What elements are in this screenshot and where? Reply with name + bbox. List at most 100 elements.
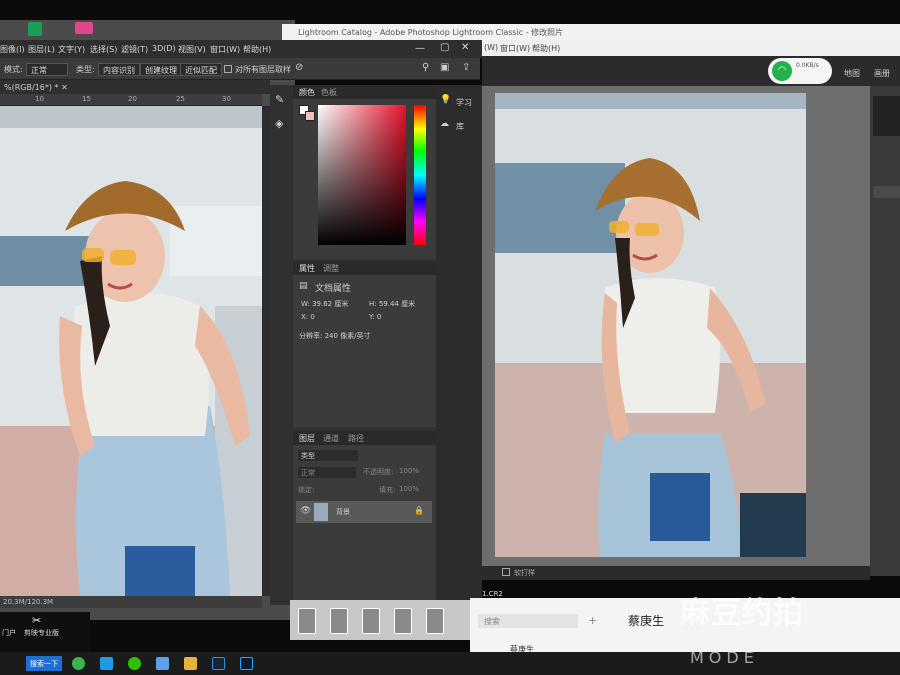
browser-icon[interactable] [72, 657, 85, 670]
learn-label[interactable]: 学习 [456, 97, 472, 108]
lr-photo-preview[interactable] [495, 93, 806, 557]
close-icon[interactable]: ✕ [461, 42, 469, 53]
filmstrip-thumbnail[interactable] [394, 608, 412, 634]
width-value: W: 39.62 厘米 [301, 300, 349, 308]
lock-label: 锁定: [298, 486, 315, 494]
create-texture-button[interactable]: 创建纹理 [140, 63, 182, 76]
tab-adjustments[interactable]: 调整 [323, 263, 339, 274]
add-contact-button[interactable]: + [588, 614, 597, 627]
photo-woman-in-bucket-hat [0, 106, 262, 596]
background-swatch[interactable] [305, 111, 315, 121]
flag-icon [75, 22, 93, 34]
sample-all-checkbox[interactable] [224, 65, 232, 73]
brush-preset-icon[interactable]: ✎ [275, 93, 284, 106]
chat-search-input[interactable]: 搜索 [478, 614, 578, 628]
layer-filter-select[interactable]: 类型 [298, 450, 358, 461]
tab-channels[interactable]: 通道 [323, 433, 339, 444]
taskbar-search-label: 搜索一下 [30, 660, 58, 668]
color-panel-header: 颜色 色板 [293, 85, 436, 99]
y-value: Y: 0 [369, 313, 382, 321]
fill-value[interactable]: 100% [399, 485, 419, 493]
layer-lock-icon: 🔒 [414, 506, 424, 515]
proximity-match-button[interactable]: 近似匹配 [180, 63, 222, 76]
x-value: X: 0 [301, 313, 315, 321]
lr-toolbar: 软打样 [482, 566, 870, 580]
library-label[interactable]: 库 [456, 121, 464, 132]
video-player-icon[interactable] [100, 657, 113, 670]
document-tab[interactable]: %(RGB/16*) * ✕ [0, 80, 270, 94]
tab-close-icon[interactable]: ✕ [61, 83, 68, 92]
menu-type[interactable]: 文字(Y) [58, 44, 85, 55]
menu-select[interactable]: 选择(S) [90, 44, 117, 55]
minimize-icon[interactable]: — [415, 43, 425, 54]
network-widget: ◠ 0.0KB/s [768, 58, 832, 84]
chat-contact-name: 蔡庚生 [628, 614, 665, 628]
opacity-value[interactable]: 100% [399, 467, 419, 475]
layer-row[interactable]: 👁 背景 🔒 [296, 501, 432, 523]
ruler-tick: 25 [176, 95, 185, 103]
menu-help[interactable]: 帮助(H) [243, 44, 271, 55]
taskbar: 搜索一下 [0, 652, 900, 675]
library-icon[interactable]: ☁ [440, 119, 449, 129]
lightbulb-icon[interactable]: 💡 [440, 95, 451, 105]
lr-window-title: Lightroom Catalog - Adobe Photoshop Ligh… [298, 28, 564, 37]
jianying-icon[interactable]: ✂ [32, 614, 41, 627]
menu-view[interactable]: 视图(V) [178, 44, 206, 55]
dock-item-jianying[interactable]: 剪映专业版 [24, 628, 59, 638]
filmstrip-thumbnail[interactable] [298, 608, 316, 634]
maximize-icon[interactable]: ▢ [440, 42, 449, 53]
menu-image[interactable]: 图像(I) [0, 44, 25, 55]
app-icon[interactable] [156, 657, 169, 670]
filmstrip-thumbnail[interactable] [362, 608, 380, 634]
menu-filter[interactable]: 滤镜(T) [121, 44, 148, 55]
document-tab-title: %(RGB/16*) * [4, 83, 59, 92]
blend-mode-select[interactable]: 正常 [298, 467, 356, 478]
hue-slider[interactable] [414, 105, 426, 245]
lr-right-panel [870, 86, 900, 576]
lr-menu-help[interactable]: 帮助(H) [532, 43, 560, 54]
file-explorer-icon[interactable] [184, 657, 197, 670]
ps-window-controls: — ▢ ✕ [295, 40, 482, 58]
visibility-eye-icon[interactable]: 👁 [300, 506, 311, 516]
tab-layers[interactable]: 图层 [299, 433, 315, 444]
filmstrip-thumbnail[interactable] [330, 608, 348, 634]
vertical-scrollbar[interactable] [262, 106, 270, 596]
module-book[interactable]: 画册 [874, 68, 890, 79]
ps-options-bar: 模式: 正常 类型: 内容识别 创建纹理 近似匹配 对所有图层取样 ⊘ ⚲ ▣ … [0, 58, 480, 80]
left-dock: 门户 ✂ 剪映专业版 [0, 612, 90, 652]
doc-props-label: 文档属性 [315, 284, 352, 294]
lr-menu-item[interactable]: (W) [484, 43, 498, 52]
3d-cube-icon[interactable]: ◈ [275, 117, 283, 130]
tab-swatches[interactable]: 色板 [321, 87, 337, 98]
photoshop-icon[interactable] [240, 657, 253, 670]
ps-menu-bar: 图像(I) 图层(L) 文字(Y) 选择(S) 滤镜(T) 3D(D) 视图(V… [0, 40, 295, 58]
layer-filter-value: 类型 [301, 452, 315, 460]
tool-row[interactable] [873, 186, 900, 198]
layers-panel-body: 类型 正常 不透明度: 100% 锁定: 填充: 100% 👁 背景 🔒 [293, 445, 436, 605]
tab-properties[interactable]: 属性 [299, 263, 315, 274]
layer-thumbnail [314, 503, 328, 521]
tab-color[interactable]: 颜色 [299, 87, 315, 98]
wechat-icon[interactable] [128, 657, 141, 670]
color-picker-field[interactable] [318, 105, 406, 245]
taskbar-search-button[interactable]: 搜索一下 [26, 656, 62, 671]
brush-angle-icon[interactable]: ⊘ [295, 62, 303, 73]
dock-item-portal[interactable]: 门户 [2, 628, 16, 638]
tab-paths[interactable]: 路径 [348, 433, 364, 444]
workspace-icon[interactable]: ▣ [440, 62, 449, 73]
share-icon[interactable]: ⇪ [462, 62, 470, 73]
menu-layer[interactable]: 图层(L) [28, 44, 55, 55]
menu-window[interactable]: 窗口(W) [210, 44, 240, 55]
mode-select[interactable]: 正常 [26, 63, 68, 76]
menu-3d[interactable]: 3D(D) [152, 44, 176, 53]
lightroom-icon[interactable] [212, 657, 225, 670]
search-icon[interactable]: ⚲ [422, 62, 429, 73]
height-value: H: 59.44 厘米 [369, 300, 416, 308]
module-map[interactable]: 地图 [844, 68, 860, 79]
content-aware-button[interactable]: 内容识别 [98, 63, 140, 76]
soft-proof-checkbox[interactable] [502, 568, 510, 576]
document-canvas[interactable] [0, 106, 262, 596]
filmstrip-thumbnail[interactable] [426, 608, 444, 634]
lr-menu-window[interactable]: 窗口(W) [500, 43, 530, 54]
chat-search-placeholder: 搜索 [484, 617, 500, 626]
